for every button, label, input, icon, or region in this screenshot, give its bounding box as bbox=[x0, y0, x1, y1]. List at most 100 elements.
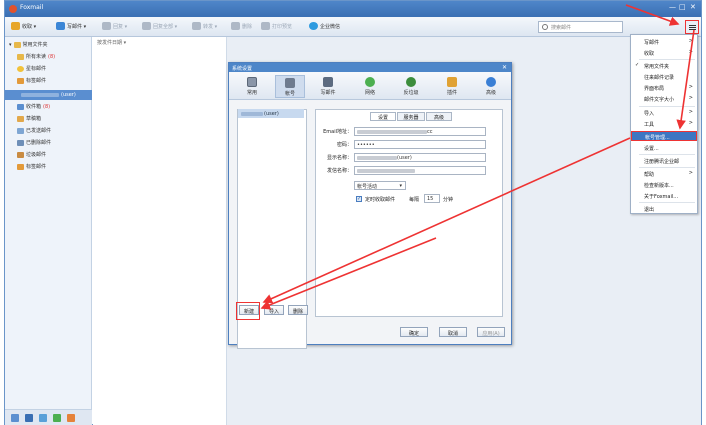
tag-icon bbox=[17, 163, 24, 170]
forward-button[interactable]: 转发 ▾ bbox=[192, 22, 217, 30]
tab-network[interactable]: 网络 bbox=[355, 75, 385, 98]
reply-icon bbox=[102, 22, 111, 30]
sidebar-item-trash[interactable]: 已删除邮件 bbox=[17, 139, 51, 146]
close-button[interactable]: ✕ bbox=[690, 3, 696, 11]
cancel-button[interactable]: 取消 bbox=[439, 327, 467, 337]
sidebar-account-header[interactable]: (user) bbox=[5, 90, 92, 100]
unread-folder-icon bbox=[17, 53, 24, 60]
inbox-icon bbox=[17, 103, 24, 110]
subtab-server[interactable]: 服务器 bbox=[397, 112, 425, 121]
account-activity-select[interactable]: 帐号活动 ▾ bbox=[354, 181, 406, 190]
sidebar-item-drafts[interactable]: 草稿箱 bbox=[17, 115, 41, 122]
calendar-icon[interactable] bbox=[39, 414, 47, 422]
apply-button[interactable]: 应用(A) bbox=[477, 327, 505, 337]
foxmail-logo-icon bbox=[9, 5, 17, 13]
delete-button[interactable]: 删除 bbox=[231, 22, 252, 30]
menu-item-exit[interactable]: 退出 bbox=[631, 204, 697, 214]
menu-item-compose[interactable]: 写邮件 > bbox=[631, 37, 697, 47]
menu-item-about[interactable]: 关于Foxmail... bbox=[631, 191, 697, 201]
auto-receive-checkbox[interactable]: ✓ bbox=[356, 196, 362, 202]
menu-item-tools[interactable]: 工具 > bbox=[631, 119, 697, 129]
delete-account-button[interactable]: 删除 bbox=[288, 305, 308, 315]
menu-item-settings[interactable]: 设置... bbox=[631, 143, 697, 153]
main-toolbar: 收取 ▾ 写邮件 ▾ 回复 ▾ 回复全部 ▾ 转发 ▾ 删除 打印预览 企业微信… bbox=[5, 17, 701, 37]
interval-input[interactable]: 15 bbox=[424, 194, 440, 203]
ok-button[interactable]: 确定 bbox=[400, 327, 428, 337]
menu-item-import[interactable]: 导入 > bbox=[631, 108, 697, 118]
menu-item-receive[interactable]: 收取 > bbox=[631, 48, 697, 58]
sort-dropdown[interactable]: 按发件日期 ▾ bbox=[97, 39, 126, 46]
mail-list-pane: 按发件日期 ▾ bbox=[93, 37, 227, 425]
sidebar-item-starred[interactable]: 星标邮件 bbox=[17, 65, 46, 72]
tab-advanced[interactable]: 高级 bbox=[476, 75, 506, 98]
account-icon bbox=[285, 78, 295, 88]
title-bar: Foxmail — □ ✕ bbox=[5, 1, 701, 17]
sidebar-footer bbox=[5, 409, 92, 425]
print-icon bbox=[261, 22, 270, 30]
forward-icon bbox=[192, 22, 201, 30]
drafts-icon bbox=[17, 115, 24, 122]
sidebar-item-spam[interactable]: 垃圾邮件 bbox=[17, 151, 46, 158]
wecom-button[interactable]: 企业微信 bbox=[309, 22, 340, 30]
maximize-button[interactable]: □ bbox=[679, 3, 686, 11]
tab-general[interactable]: 常用 bbox=[237, 75, 267, 98]
subtab-advanced[interactable]: 高级 bbox=[426, 112, 452, 121]
compose-button[interactable]: 写邮件 ▾ bbox=[56, 22, 86, 30]
menu-item-common-folders[interactable]: ✓ 常用文件夹 bbox=[631, 61, 697, 71]
account-list-item[interactable]: (user) bbox=[238, 109, 304, 118]
tab-antispam[interactable]: 反垃圾 bbox=[396, 75, 426, 98]
interval-unit: 分钟 bbox=[443, 197, 454, 203]
tab-compose[interactable]: 写邮件 bbox=[313, 75, 343, 98]
search-input[interactable]: 搜索邮件 bbox=[538, 21, 623, 33]
star-icon bbox=[17, 65, 24, 72]
sidebar-item-sent[interactable]: 已发送邮件 bbox=[17, 127, 51, 134]
receive-button[interactable]: 收取 ▾ bbox=[11, 22, 36, 30]
menu-item-check-update[interactable]: 检查新版本... bbox=[631, 180, 697, 190]
subtab-settings[interactable]: 设置 bbox=[370, 112, 396, 121]
sidebar-item-inbox[interactable]: 收件箱 (8) bbox=[17, 103, 50, 110]
sent-icon bbox=[17, 127, 24, 134]
tab-account[interactable]: 帐号 bbox=[275, 75, 305, 98]
wecom-icon bbox=[309, 22, 318, 30]
plugin-icon bbox=[447, 77, 457, 87]
mail-view-icon[interactable] bbox=[11, 414, 19, 422]
tab-plugins[interactable]: 插件 bbox=[437, 75, 467, 98]
menu-item-register-exmail[interactable]: 注册腾讯企业邮 bbox=[631, 156, 697, 166]
reply-button[interactable]: 回复 ▾ bbox=[102, 22, 127, 30]
sidebar-item-unread[interactable]: 所有未读 (8) bbox=[17, 53, 55, 60]
email-field[interactable]: cc bbox=[354, 127, 486, 136]
display-name-field[interactable]: (user) bbox=[354, 153, 486, 162]
sidebar-item-tagged[interactable]: 标签邮件 bbox=[17, 77, 46, 84]
tag-icon bbox=[17, 77, 24, 84]
email-label: Email地址： bbox=[323, 129, 352, 135]
system-settings-dialog: 系统设置 ✕ 常用 帐号 写邮件 网络 反垃圾 插件 高级 (user) 设置 … bbox=[228, 62, 512, 349]
minimize-button[interactable]: — bbox=[669, 3, 676, 11]
sender-name-label: 发信名称： bbox=[326, 168, 352, 174]
compose-settings-icon bbox=[323, 77, 333, 87]
print-preview-button[interactable]: 打印预览 bbox=[261, 22, 292, 30]
notes-icon[interactable] bbox=[53, 414, 61, 422]
reply-all-icon bbox=[142, 22, 151, 30]
reply-all-button[interactable]: 回复全部 ▾ bbox=[142, 22, 177, 30]
common-folders-header[interactable]: ▾ 常用文件夹 bbox=[9, 41, 48, 48]
menu-item-layout[interactable]: 界面布局 > bbox=[631, 83, 697, 93]
sidebar-item-tagged-account[interactable]: 标签邮件 bbox=[17, 163, 46, 170]
search-icon bbox=[542, 24, 548, 30]
window-title: Foxmail bbox=[20, 4, 44, 11]
import-account-button[interactable]: 导入 bbox=[264, 305, 284, 315]
menu-item-help[interactable]: 帮助 > bbox=[631, 169, 697, 179]
contacts-icon[interactable] bbox=[25, 414, 33, 422]
compose-icon bbox=[56, 22, 65, 30]
dialog-close-button[interactable]: ✕ bbox=[502, 64, 507, 71]
feeds-icon[interactable] bbox=[67, 414, 75, 422]
main-menu-button[interactable] bbox=[685, 20, 699, 34]
password-field[interactable]: •••••• bbox=[354, 140, 486, 149]
spam-icon bbox=[17, 151, 24, 158]
menu-item-account-management[interactable]: 帐号管理... bbox=[631, 131, 697, 141]
sender-name-field[interactable] bbox=[354, 166, 486, 175]
interval-prefix: 每隔 bbox=[409, 197, 420, 203]
menu-item-mail-history[interactable]: 往来邮件记录 bbox=[631, 72, 697, 82]
menu-item-font-size[interactable]: 邮件文字大小 > bbox=[631, 94, 697, 104]
general-icon bbox=[247, 77, 257, 87]
folder-sidebar: ▾ 常用文件夹 所有未读 (8) 星标邮件 标签邮件 (user) 收件箱 (8) 草… bbox=[5, 37, 92, 425]
